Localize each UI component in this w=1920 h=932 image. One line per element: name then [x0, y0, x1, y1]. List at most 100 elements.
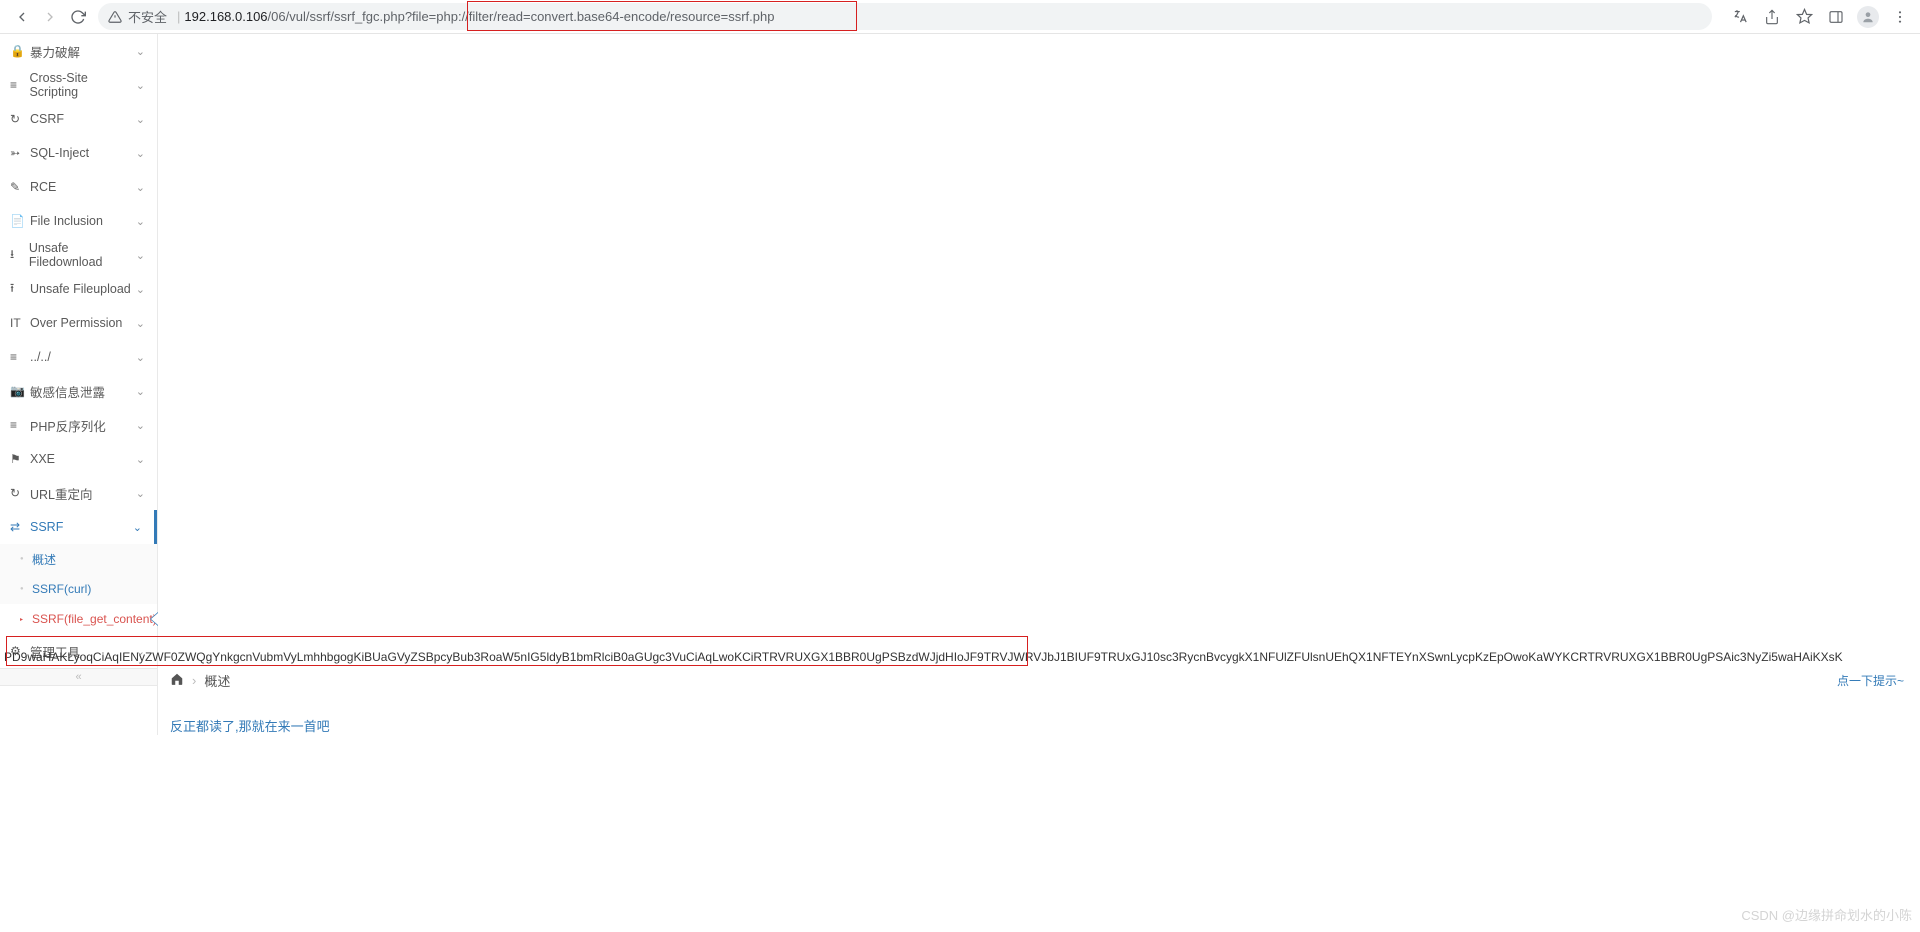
- sidebar-item-label: XXE: [30, 452, 55, 466]
- bookmark-star-icon[interactable]: [1792, 5, 1816, 29]
- flag-icon: ⚑: [10, 452, 24, 466]
- breadcrumb-bar: › 概述 点一下提示~: [158, 664, 1920, 692]
- breadcrumb-separator: ›: [192, 673, 196, 688]
- insecure-label: 不安全: [128, 7, 167, 26]
- home-icon[interactable]: [170, 672, 184, 689]
- chevron-down-icon: ⌄: [136, 283, 145, 296]
- sidebar-item-fileup[interactable]: ⭱ Unsafe Fileupload ⌄: [0, 272, 157, 306]
- sql-icon: ➳: [10, 146, 24, 160]
- chevron-down-icon: ⌄: [136, 181, 145, 194]
- ssrf-sub-fgc[interactable]: ▸ SSRF(file_get_content): [0, 604, 157, 634]
- sidebar-item-pathtrav[interactable]: ≡ ../../ ⌄: [0, 340, 157, 374]
- sidebar-item-urlredirect[interactable]: ↻ URL重定向 ⌄: [0, 476, 157, 510]
- it-icon: IT: [10, 316, 24, 330]
- url-path: /06/vul/ssrf/ssrf_fgc.php: [268, 9, 405, 24]
- reload-button[interactable]: [64, 3, 92, 31]
- profile-avatar[interactable]: [1856, 5, 1880, 29]
- sidebar-item-label: Over Permission: [30, 316, 122, 330]
- chevron-down-icon: ⌄: [136, 385, 145, 398]
- ssrf-sub-curl[interactable]: ● SSRF(curl): [0, 574, 157, 604]
- sidebar-item-phpdeserial[interactable]: ≡ PHP反序列化 ⌄: [0, 408, 157, 442]
- chevron-down-icon: ⌄: [136, 147, 145, 160]
- address-bar[interactable]: 不安全 | 192.168.0.106/06/vul/ssrf/ssrf_fgc…: [98, 3, 1712, 30]
- sidebar-item-infoleak[interactable]: 📷 敏感信息泄露 ⌄: [0, 374, 157, 408]
- sidebar-item-label: Cross-Site Scripting: [29, 71, 135, 99]
- sidebar-item-xxe[interactable]: ⚑ XXE ⌄: [0, 442, 157, 476]
- sidebar-item-sql[interactable]: ➳ SQL-Inject ⌄: [0, 136, 157, 170]
- sidebar-item-label: ../../: [30, 350, 51, 364]
- sidebar-item-filedown[interactable]: ⭳ Unsafe Filedownload ⌄: [0, 238, 157, 272]
- csdn-watermark: CSDN @边缘拼命划水的小陈: [1741, 905, 1912, 924]
- chevron-down-icon: ⌄: [136, 113, 145, 126]
- sidebar-item-label: SQL-Inject: [30, 146, 89, 160]
- chevron-down-icon: ⌄: [136, 249, 145, 262]
- sidebar-item-xss[interactable]: ≡ Cross-Site Scripting ⌄: [0, 68, 157, 102]
- main-content: PD9waHAKLyoqCiAqIENyZWF0ZWQgYnkgcnVubmVy…: [158, 34, 1920, 735]
- sidebar-item-bruteforce[interactable]: 🔒 暴力破解 ⌄: [0, 34, 157, 68]
- sidebar-item-label: CSRF: [30, 112, 64, 126]
- php-icon: ≡: [10, 418, 24, 432]
- url-host: 192.168.0.106: [184, 9, 267, 24]
- chevron-down-icon: ⌄: [136, 215, 145, 228]
- redirect-icon: ↻: [10, 486, 24, 500]
- path-icon: ≡: [10, 350, 24, 364]
- sidebar-item-label: File Inclusion: [30, 214, 103, 228]
- breadcrumb-current: 概述: [204, 671, 230, 690]
- sidebar-item-overperm[interactable]: IT Over Permission ⌄: [0, 306, 157, 340]
- sidebar-collapse-button[interactable]: «: [0, 668, 157, 686]
- sidebar-item-label: RCE: [30, 180, 56, 194]
- upload-icon: ⭱: [10, 279, 24, 300]
- browser-toolbar: 不安全 | 192.168.0.106/06/vul/ssrf/ssrf_fgc…: [0, 0, 1920, 34]
- side-panel-icon[interactable]: [1824, 5, 1848, 29]
- submenu-label: SSRF(file_get_content): [32, 612, 157, 626]
- camera-icon: 📷: [10, 384, 24, 398]
- collapse-icon: «: [75, 671, 81, 683]
- ssrf-submenu: ● 概述 ● SSRF(curl) ▸ SSRF(file_get_conten…: [0, 544, 157, 634]
- ssrf-icon: ⇄: [10, 520, 24, 534]
- forward-button[interactable]: [36, 3, 64, 31]
- url-query: ?file=php://filter/read=convert.base64-e…: [405, 9, 775, 24]
- ssrf-sub-overview[interactable]: ● 概述: [0, 544, 157, 574]
- insecure-icon: [108, 10, 122, 24]
- translate-icon[interactable]: [1728, 5, 1752, 29]
- bullet-icon: ●: [20, 556, 24, 562]
- bullet-icon: ●: [20, 586, 24, 592]
- chevron-down-icon: ⌄: [136, 487, 145, 500]
- sidebar-item-label: SSRF: [30, 520, 63, 534]
- description-link[interactable]: 反正都读了,那就在来一首吧: [158, 692, 1920, 735]
- pencil-icon: ✎: [10, 180, 24, 194]
- tip-link[interactable]: 点一下提示~: [1837, 672, 1904, 689]
- chevron-down-icon: ⌄: [133, 521, 142, 534]
- chevron-down-icon: ⌄: [136, 419, 145, 432]
- sidebar-item-label: PHP反序列化: [30, 416, 106, 435]
- xss-icon: ≡: [10, 78, 23, 92]
- chevron-down-icon: ⌄: [136, 79, 145, 92]
- chevron-down-icon: ⌄: [136, 351, 145, 364]
- kebab-menu-icon[interactable]: [1888, 5, 1912, 29]
- toolbar-right: [1728, 5, 1912, 29]
- url-divider: |: [177, 9, 180, 24]
- chevron-down-icon: ⌄: [136, 317, 145, 330]
- sidebar-item-csrf[interactable]: ↻ CSRF ⌄: [0, 102, 157, 136]
- chevron-down-icon: ⌄: [136, 45, 145, 58]
- sidebar-item-ssrf[interactable]: ⇄ SSRF ⌄: [0, 510, 157, 544]
- sidebar-item-fileinc[interactable]: 📄 File Inclusion ⌄: [0, 204, 157, 238]
- sidebar: 🔒暴力破解 ⌄ ≡Cross-Site Scripting ⌄ ↻CSRF ⌄ …: [0, 34, 158, 735]
- file-icon: 📄: [10, 214, 24, 228]
- lock-icon: 🔒: [10, 44, 24, 58]
- chevron-down-icon: ⌄: [136, 453, 145, 466]
- back-button[interactable]: [8, 3, 36, 31]
- share-icon[interactable]: [1760, 5, 1784, 29]
- sidebar-item-label: 暴力破解: [30, 42, 80, 61]
- sidebar-item-label: 敏感信息泄露: [30, 382, 105, 401]
- submenu-label: SSRF(curl): [32, 582, 91, 596]
- sidebar-item-label: Unsafe Fileupload: [30, 282, 131, 296]
- download-icon: ⭳: [10, 245, 23, 266]
- refresh-icon: ↻: [10, 112, 24, 126]
- sidebar-item-label: Unsafe Filedownload: [29, 241, 136, 269]
- submenu-label: 概述: [32, 551, 56, 568]
- bullet-icon: ▸: [20, 616, 23, 623]
- base64-output: PD9waHAKLyoqCiAqIENyZWF0ZWQgYnkgcnVubmVy…: [4, 648, 1920, 664]
- sidebar-item-label: URL重定向: [30, 484, 93, 503]
- sidebar-item-rce[interactable]: ✎ RCE ⌄: [0, 170, 157, 204]
